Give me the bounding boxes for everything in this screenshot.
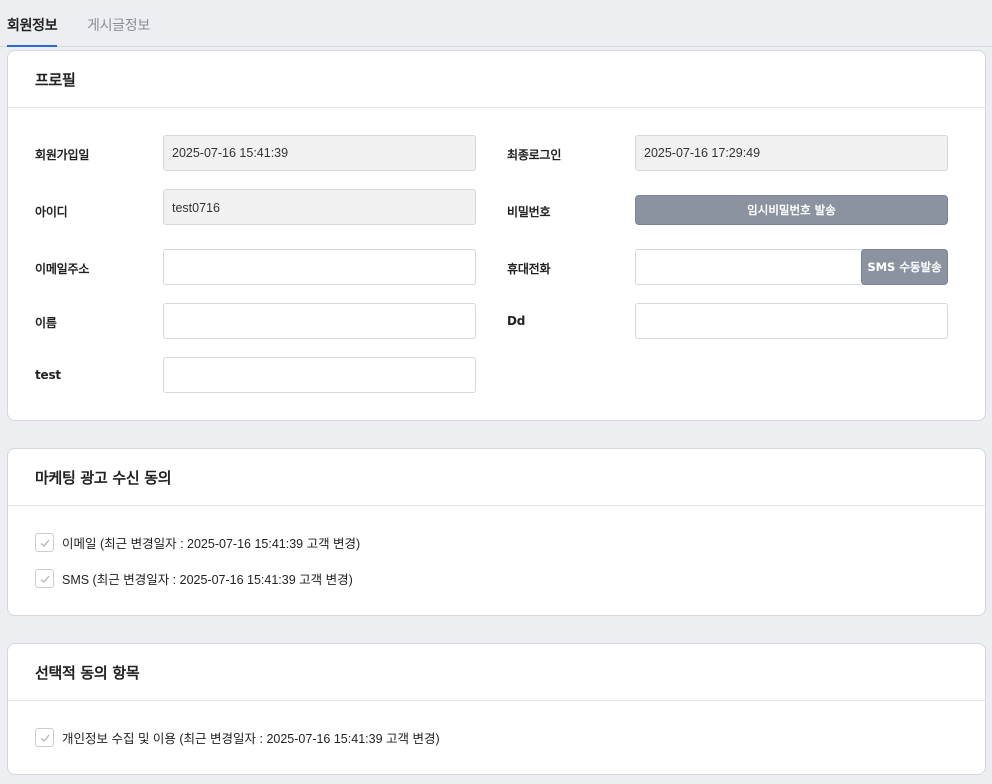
- tab-bar: 회원정보 게시글정보: [0, 0, 992, 47]
- email-consent-label: 이메일 (최근 변경일자 : 2025-07-16 15:41:39 고객 변경…: [62, 537, 361, 551]
- optional-consent-card: 선택적 동의 항목 개인정보 수집 및 이용 (최근 변경일자 : 2025-0…: [7, 643, 986, 775]
- optional-card-header: 선택적 동의 항목: [8, 644, 985, 701]
- marketing-card-title: 마케팅 광고 수신 동의: [35, 468, 172, 487]
- privacy-consent-checkbox[interactable]: [35, 728, 54, 747]
- optional-card-title: 선택적 동의 항목: [35, 663, 140, 682]
- name-field[interactable]: [163, 303, 476, 339]
- email-field[interactable]: [163, 249, 476, 285]
- sms-consent-label: SMS (최근 변경일자 : 2025-07-16 15:41:39 고객 변경…: [62, 573, 353, 587]
- marketing-consent-card: 마케팅 광고 수신 동의 이메일 (최근 변경일자 : 2025-07-16 1…: [7, 448, 986, 616]
- sms-send-button[interactable]: SMS 수동발송: [861, 249, 948, 285]
- check-icon: [40, 539, 49, 547]
- profile-card-header: 프로필: [8, 51, 985, 108]
- phone-field[interactable]: [635, 249, 865, 285]
- sms-consent-row: SMS (최근 변경일자 : 2025-07-16 15:41:39 고객 변경…: [35, 569, 353, 588]
- profile-card: 프로필 회원가입일 2025-07-16 15:41:39 아이디 test07…: [7, 50, 986, 421]
- test-label: test: [35, 368, 61, 382]
- last-login-field: 2025-07-16 17:29:49: [635, 135, 948, 171]
- profile-card-title: 프로필: [35, 70, 76, 89]
- phone-label: 휴대전화: [507, 262, 551, 276]
- sms-consent-checkbox[interactable]: [35, 569, 54, 588]
- test-field[interactable]: [163, 357, 476, 393]
- id-field: test0716: [163, 189, 476, 225]
- email-label: 이메일주소: [35, 262, 90, 276]
- name-label: 이름: [35, 316, 57, 330]
- temp-password-button[interactable]: 임시비밀번호 발송: [635, 195, 948, 225]
- privacy-consent-row: 개인정보 수집 및 이용 (최근 변경일자 : 2025-07-16 15:41…: [35, 728, 440, 747]
- privacy-consent-label: 개인정보 수집 및 이용 (최근 변경일자 : 2025-07-16 15:41…: [62, 732, 440, 746]
- email-consent-checkbox[interactable]: [35, 533, 54, 552]
- dd-field[interactable]: [635, 303, 948, 339]
- password-label: 비밀번호: [507, 205, 551, 219]
- tab-member-info[interactable]: 회원정보: [7, 15, 58, 47]
- id-label: 아이디: [35, 205, 68, 219]
- join-date-label: 회원가입일: [35, 148, 90, 162]
- last-login-label: 최종로그인: [507, 148, 562, 162]
- marketing-card-header: 마케팅 광고 수신 동의: [8, 449, 985, 506]
- check-icon: [40, 575, 49, 583]
- check-icon: [40, 734, 49, 742]
- join-date-field: 2025-07-16 15:41:39: [163, 135, 476, 171]
- email-consent-row: 이메일 (최근 변경일자 : 2025-07-16 15:41:39 고객 변경…: [35, 533, 360, 552]
- tab-post-info[interactable]: 게시글정보: [87, 15, 150, 47]
- dd-label: Dd: [507, 314, 526, 328]
